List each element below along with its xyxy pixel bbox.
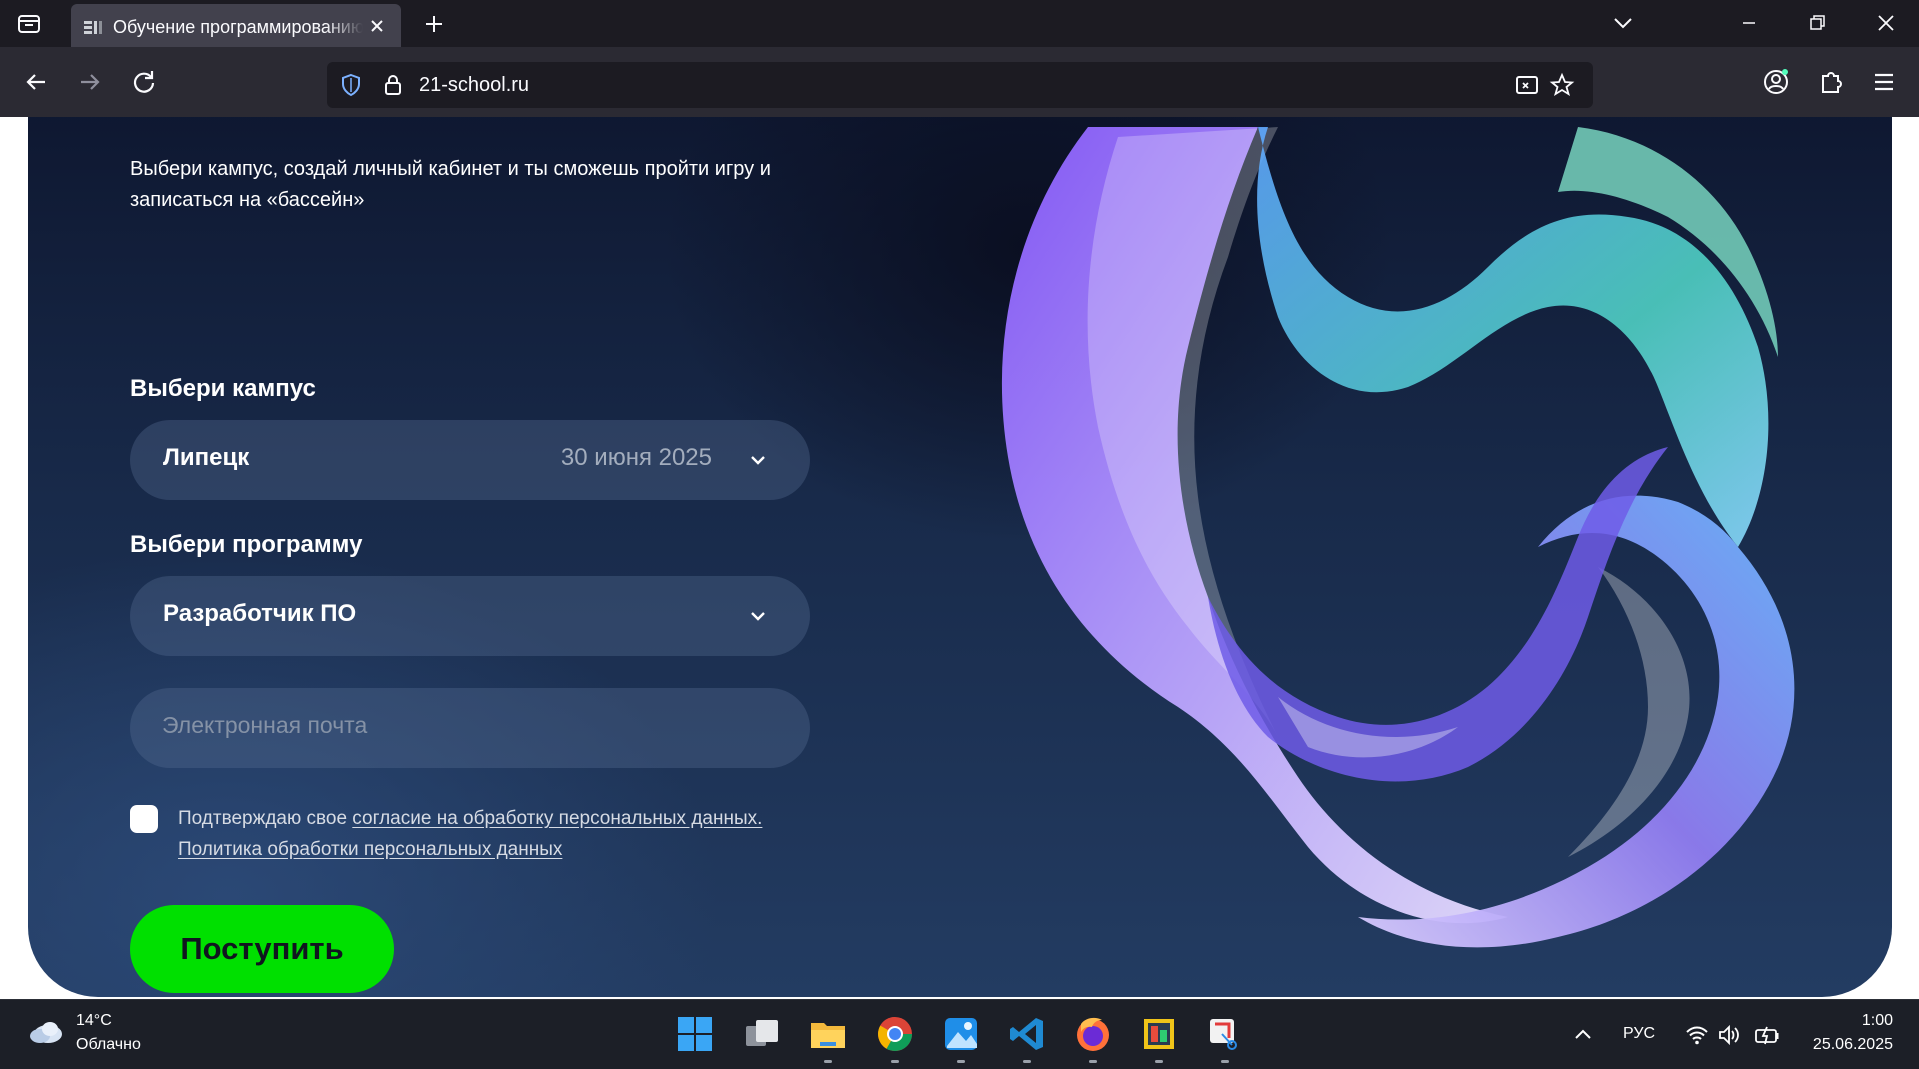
program-value: Разработчик ПО bbox=[163, 600, 357, 627]
reload-icon[interactable] bbox=[129, 67, 159, 97]
file-explorer-icon[interactable] bbox=[808, 1014, 848, 1054]
menu-hamburger-icon[interactable] bbox=[1869, 67, 1899, 97]
new-tab-icon[interactable] bbox=[420, 10, 448, 38]
wifi-icon[interactable] bbox=[1684, 1022, 1710, 1048]
submit-button[interactable]: Поступить bbox=[130, 905, 394, 993]
running-indicator bbox=[957, 1060, 965, 1063]
consent-checkbox[interactable] bbox=[130, 805, 158, 833]
tab-list-icon[interactable] bbox=[14, 10, 44, 38]
consent-text: Подтверждаю свое согласие на обработку п… bbox=[178, 803, 858, 865]
running-indicator bbox=[1023, 1060, 1031, 1063]
input-language-indicator[interactable]: РУС bbox=[1623, 1025, 1655, 1043]
app-icon[interactable] bbox=[1139, 1014, 1179, 1054]
campus-value: Липецк bbox=[163, 444, 250, 471]
forward-icon[interactable] bbox=[75, 67, 105, 97]
campus-label: Выбери кампус bbox=[130, 375, 316, 402]
chrome-icon[interactable] bbox=[875, 1014, 915, 1054]
minimize-icon[interactable] bbox=[1734, 8, 1764, 38]
running-indicator bbox=[1221, 1060, 1229, 1063]
navigation-toolbar: 21-school.ru bbox=[0, 47, 1919, 117]
vscode-icon[interactable] bbox=[1007, 1014, 1047, 1054]
close-window-icon[interactable] bbox=[1871, 8, 1901, 38]
running-indicator bbox=[824, 1060, 832, 1063]
campus-start-date: 30 июня 2025 bbox=[560, 444, 712, 471]
school21-favicon-icon bbox=[84, 21, 102, 34]
account-icon[interactable] bbox=[1761, 67, 1791, 97]
url-text[interactable]: 21-school.ru bbox=[419, 74, 529, 97]
list-all-tabs-chevron-icon[interactable] bbox=[1608, 8, 1638, 38]
program-label: Выбери программу bbox=[130, 531, 363, 558]
tab-bar: Обучение программированию bbox=[0, 0, 1919, 50]
windows-taskbar: 14°C Облачно РУС 1:00 25.06.2025 bbox=[0, 999, 1919, 1069]
consent-link[interactable]: согласие на обработку персональных данны… bbox=[352, 808, 762, 829]
running-indicator bbox=[1155, 1060, 1163, 1063]
running-indicator bbox=[1089, 1060, 1097, 1063]
email-field[interactable]: Электронная почта bbox=[130, 688, 810, 768]
admission-section: Выбери кампус, создай личный кабинет и т… bbox=[28, 117, 1892, 997]
glass-ribbon-illustration bbox=[1001, 127, 1795, 948]
volume-icon[interactable] bbox=[1716, 1022, 1742, 1048]
lock-icon[interactable] bbox=[380, 72, 406, 98]
program-select[interactable]: Разработчик ПО bbox=[130, 576, 810, 656]
email-placeholder: Электронная почта bbox=[162, 712, 368, 738]
battery-charging-icon[interactable] bbox=[1754, 1022, 1780, 1048]
tab-title: Обучение программированию bbox=[113, 17, 363, 37]
url-bar[interactable]: 21-school.ru bbox=[327, 62, 1593, 108]
tracking-protection-shield-icon[interactable] bbox=[338, 72, 364, 98]
active-tab[interactable]: Обучение программированию bbox=[71, 4, 401, 50]
snipping-tool-icon[interactable] bbox=[1205, 1014, 1245, 1054]
start-icon[interactable] bbox=[675, 1014, 715, 1054]
bookmark-star-icon[interactable] bbox=[1549, 72, 1575, 98]
page-viewport: Выбери кампус, создай личный кабинет и т… bbox=[0, 117, 1919, 999]
reader-view-icon[interactable] bbox=[1514, 72, 1540, 98]
photos-icon[interactable] bbox=[941, 1014, 981, 1054]
running-indicator bbox=[891, 1060, 899, 1063]
consent-prefix: Подтверждаю свое bbox=[178, 808, 353, 829]
restore-icon[interactable] bbox=[1802, 8, 1832, 38]
firefox-icon[interactable] bbox=[1073, 1014, 1113, 1054]
intro-text: Выбери кампус, создай личный кабинет и т… bbox=[130, 158, 771, 211]
weather-description[interactable]: Облачно bbox=[76, 1036, 141, 1054]
show-hidden-icons-chevron-icon[interactable] bbox=[1570, 1022, 1596, 1048]
close-tab-icon[interactable] bbox=[367, 16, 387, 36]
privacy-policy-link[interactable]: Политика обработки персональных данных bbox=[178, 839, 562, 860]
cloud-weather-icon[interactable] bbox=[26, 1016, 66, 1048]
chevron-down-icon bbox=[751, 612, 765, 621]
clock-time[interactable]: 1:00 bbox=[1862, 1012, 1893, 1030]
chevron-down-icon bbox=[751, 456, 765, 465]
clock-date[interactable]: 25.06.2025 bbox=[1813, 1036, 1893, 1054]
campus-select[interactable]: Липецк 30 июня 2025 bbox=[130, 420, 810, 500]
weather-temperature[interactable]: 14°C bbox=[76, 1012, 112, 1030]
extensions-icon[interactable] bbox=[1816, 67, 1846, 97]
task-view-icon[interactable] bbox=[742, 1014, 782, 1054]
back-icon[interactable] bbox=[21, 67, 51, 97]
